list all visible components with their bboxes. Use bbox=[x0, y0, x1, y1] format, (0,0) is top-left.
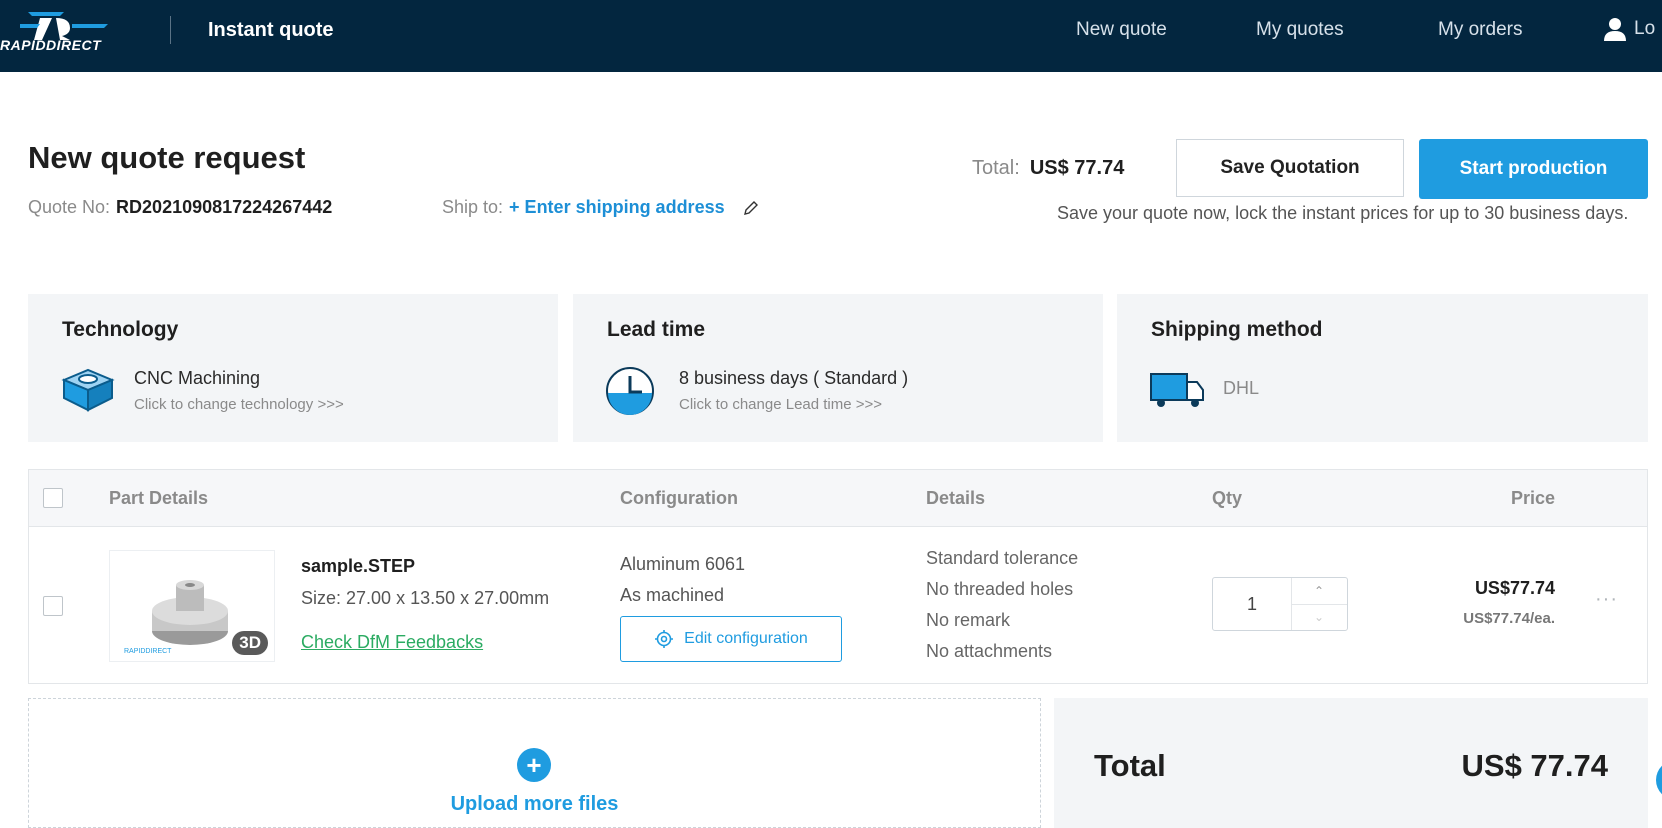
plus-icon[interactable]: + bbox=[517, 748, 551, 782]
quantity-stepper[interactable]: 1 ⌃ ⌄ bbox=[1212, 577, 1348, 631]
technology-card[interactable]: Technology CNC Machining Click to change… bbox=[28, 294, 558, 442]
change-lead-time-link[interactable]: Click to change Lead time >>> bbox=[679, 396, 882, 413]
chevron-down-icon[interactable]: ⌄ bbox=[1291, 604, 1347, 630]
row-price: US$77.74 bbox=[1474, 578, 1555, 598]
technology-value: CNC Machining bbox=[134, 368, 261, 388]
nav-link-my-orders[interactable]: My orders bbox=[1438, 19, 1522, 41]
cnc-machining-icon bbox=[61, 368, 115, 412]
nav-divider bbox=[170, 16, 171, 44]
header-total: Total: US$ 77.74 bbox=[972, 157, 1124, 180]
summary-total-amount: US$ 77.74 bbox=[1461, 748, 1609, 783]
row-price-each: US$77.74/ea. bbox=[1463, 610, 1555, 627]
header-total-amount: US$ 77.74 bbox=[1029, 157, 1125, 179]
clock-icon bbox=[606, 367, 654, 415]
quote-no-value: RD2021090817224267442 bbox=[116, 197, 333, 217]
chat-icon[interactable] bbox=[1656, 760, 1662, 800]
shipping-method-card[interactable]: Shipping method DHL bbox=[1117, 294, 1648, 442]
edit-configuration-button[interactable]: Edit configuration bbox=[620, 616, 842, 662]
save-quotation-button[interactable]: Save Quotation bbox=[1176, 139, 1404, 197]
quantity-input[interactable]: 1 bbox=[1213, 578, 1292, 630]
edit-configuration-label: Edit configuration bbox=[684, 630, 808, 647]
finish: As machined bbox=[620, 585, 725, 605]
shipping-method-title: Shipping method bbox=[1151, 318, 1323, 341]
upload-more-files-link[interactable]: Upload more files bbox=[29, 793, 1040, 816]
save-note: Save your quote now, lock the instant pr… bbox=[1057, 203, 1629, 223]
gear-icon bbox=[655, 630, 674, 648]
total-summary: Total US$ 77.74 bbox=[1054, 698, 1648, 828]
summary-total-label: Total bbox=[1094, 748, 1166, 783]
nav-link-new-quote[interactable]: New quote bbox=[1076, 19, 1167, 41]
user-label: Lo bbox=[1634, 18, 1656, 39]
detail-attachments: No attachments bbox=[926, 641, 1053, 661]
technology-title: Technology bbox=[62, 318, 179, 341]
page-title: New quote request bbox=[28, 140, 306, 175]
detail-remark: No remark bbox=[926, 610, 1011, 630]
header-part-details: Part Details bbox=[109, 488, 209, 508]
nav-link-my-quotes[interactable]: My quotes bbox=[1256, 19, 1344, 41]
header-configuration: Configuration bbox=[620, 488, 738, 508]
user-menu[interactable]: Lo bbox=[1604, 17, 1655, 41]
quote-number: Quote No: RD2021090817224267442 bbox=[28, 197, 332, 218]
detail-tolerance: Standard tolerance bbox=[926, 548, 1079, 568]
nav-title: Instant quote bbox=[208, 19, 334, 41]
change-technology-link[interactable]: Click to change technology >>> bbox=[134, 396, 344, 413]
select-all-checkbox[interactable] bbox=[43, 488, 63, 508]
part-thumbnail[interactable]: RAPIDDIRECT 3D bbox=[109, 550, 275, 662]
header-details: Details bbox=[926, 488, 986, 508]
3d-badge[interactable]: 3D bbox=[232, 631, 268, 655]
start-production-button[interactable]: Start production bbox=[1419, 139, 1648, 199]
more-options-icon[interactable]: ··· bbox=[1595, 588, 1618, 611]
dhl-truck-icon bbox=[1150, 373, 1204, 407]
upload-area[interactable]: + Upload more files bbox=[28, 698, 1041, 828]
svg-text:RAPIDDIRECT: RAPIDDIRECT bbox=[124, 648, 172, 655]
user-icon bbox=[1604, 18, 1626, 41]
material: Aluminum 6061 bbox=[620, 554, 746, 574]
enter-shipping-address-link[interactable]: + Enter shipping address bbox=[509, 197, 725, 218]
ship-to-label: Ship to: bbox=[442, 197, 504, 217]
quote-no-label: Quote No: bbox=[28, 197, 111, 217]
lead-time-title: Lead time bbox=[607, 318, 706, 341]
lead-time-card[interactable]: Lead time 8 business days ( Standard ) C… bbox=[573, 294, 1103, 442]
header-price: Price bbox=[1510, 488, 1555, 508]
top-nav: RAPIDDIRECT Instant quote New quote My q… bbox=[0, 0, 1662, 72]
detail-threads: No threaded holes bbox=[926, 579, 1074, 599]
table-header: Part Details Configuration Details Qty P… bbox=[29, 470, 1647, 527]
header-qty: Qty bbox=[1212, 488, 1243, 508]
chevron-up-icon[interactable]: ⌃ bbox=[1291, 578, 1347, 605]
ship-to: Ship to: + Enter shipping address bbox=[442, 197, 759, 218]
lead-time-value: 8 business days ( Standard ) bbox=[679, 368, 909, 388]
header-total-label: Total: bbox=[972, 157, 1020, 179]
part-size: Size: 27.00 x 13.50 x 27.00mm bbox=[301, 588, 550, 608]
logo-text: RAPIDDIRECT bbox=[0, 37, 102, 53]
check-dfm-link[interactable]: Check DfM Feedbacks bbox=[301, 632, 483, 653]
row-checkbox[interactable] bbox=[43, 596, 63, 616]
parts-table: Part Details Configuration Details Qty P… bbox=[28, 469, 1648, 684]
pencil-icon[interactable] bbox=[743, 200, 759, 216]
shipping-method-value: DHL bbox=[1223, 378, 1260, 398]
file-name: sample.STEP bbox=[301, 556, 416, 576]
